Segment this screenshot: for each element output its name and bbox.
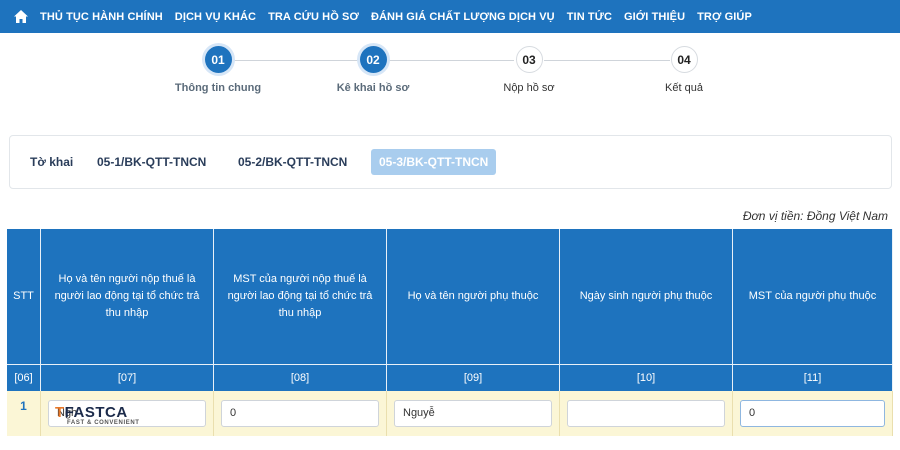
step-2-label: Kê khai hồ sơ bbox=[336, 82, 410, 94]
tab-05-2[interactable]: 05-2/BK-QTT-TNCN bbox=[230, 149, 355, 175]
home-icon[interactable] bbox=[10, 7, 32, 27]
dependent-mst-field[interactable]: 0 bbox=[740, 400, 885, 427]
nav-tro-giup[interactable]: TRỢ GIÚP bbox=[697, 11, 752, 23]
step-3[interactable]: 03 Nộp hồ sơ bbox=[469, 46, 589, 94]
code-08: [08] bbox=[214, 365, 387, 391]
header-dependent-mst: MST của người phụ thuộc bbox=[733, 229, 893, 364]
step-3-number: 03 bbox=[515, 46, 543, 73]
code-06: [06] bbox=[7, 365, 41, 391]
table-code-row: [06] [07] [08] [09] [10] [11] bbox=[7, 364, 893, 391]
step-4[interactable]: 04 Kết quả bbox=[624, 46, 744, 94]
currency-unit-note: Đơn vị tiền: Đồng Việt Nam bbox=[742, 209, 888, 223]
header-taxpayer-mst: MST của người nộp thuế là người lao động… bbox=[214, 229, 387, 364]
step-4-label: Kết quả bbox=[665, 82, 703, 94]
code-11: [11] bbox=[733, 365, 893, 391]
cell-dependent-name: Nguyễ bbox=[387, 391, 560, 436]
nav-thu-tuc-hanh-chinh[interactable]: THỦ TỤC HÀNH CHÍNH bbox=[40, 11, 163, 23]
table-row: 1 Ngh TFASTCA FAST & CONVENIENT 0 Nguyễ … bbox=[7, 391, 893, 436]
step-1[interactable]: 01 Thông tin chung bbox=[158, 46, 278, 94]
cell-taxpayer-mst: 0 bbox=[214, 391, 387, 436]
nav-gioi-thieu[interactable]: GIỚI THIỆU bbox=[624, 11, 685, 23]
dependents-table: STT Họ và tên người nộp thuế là người la… bbox=[7, 229, 893, 436]
step-1-label: Thông tin chung bbox=[174, 82, 262, 94]
taxpayer-mst-field[interactable]: 0 bbox=[221, 400, 379, 427]
fastca-watermark-logo: TFASTCA bbox=[55, 404, 128, 421]
step-2-number: 02 bbox=[359, 46, 387, 73]
logo-text: FASTCA bbox=[64, 404, 128, 421]
nav-dich-vu-khac[interactable]: DỊCH VỤ KHÁC bbox=[175, 11, 256, 23]
tab-to-khai[interactable]: Tờ khai bbox=[22, 149, 81, 175]
step-2[interactable]: 02 Kê khai hồ sơ bbox=[313, 46, 433, 94]
code-07: [07] bbox=[41, 365, 214, 391]
nav-danh-gia-chat-luong[interactable]: ĐÁNH GIÁ CHẤT LƯỢNG DỊCH VỤ bbox=[371, 11, 555, 23]
cell-dependent-dob bbox=[560, 391, 733, 436]
header-dependent-name: Họ và tên người phụ thuộc bbox=[387, 229, 560, 364]
logo-tagline: FAST & CONVENIENT bbox=[67, 420, 140, 426]
dependent-dob-field[interactable] bbox=[567, 400, 725, 427]
nav-tin-tuc[interactable]: TIN TỨC bbox=[567, 11, 612, 23]
logo-accent-icon: T bbox=[55, 404, 65, 421]
tab-05-1[interactable]: 05-1/BK-QTT-TNCN bbox=[89, 149, 214, 175]
header-taxpayer-name: Họ và tên người nộp thuế là người lao độ… bbox=[41, 229, 214, 364]
dependent-name-field[interactable]: Nguyễ bbox=[394, 400, 552, 427]
table-header-row: STT Họ và tên người nộp thuế là người la… bbox=[7, 229, 893, 364]
step-3-label: Nộp hồ sơ bbox=[503, 82, 555, 94]
step-4-number: 04 bbox=[670, 46, 698, 73]
code-09: [09] bbox=[387, 365, 560, 391]
form-tabs: Tờ khai 05-1/BK-QTT-TNCN 05-2/BK-QTT-TNC… bbox=[9, 135, 892, 189]
top-nav: THỦ TỤC HÀNH CHÍNH DỊCH VỤ KHÁC TRA CỨU … bbox=[0, 0, 900, 33]
cell-taxpayer-name: Ngh TFASTCA FAST & CONVENIENT bbox=[41, 391, 214, 436]
tab-05-3[interactable]: 05-3/BK-QTT-TNCN bbox=[371, 149, 497, 175]
progress-stepper: 01 Thông tin chung 02 Kê khai hồ sơ 03 N… bbox=[0, 46, 900, 106]
header-stt: STT bbox=[7, 229, 41, 364]
row-stt: 1 bbox=[7, 391, 41, 436]
code-10: [10] bbox=[560, 365, 733, 391]
header-dependent-dob: Ngày sinh người phụ thuộc bbox=[560, 229, 733, 364]
nav-tra-cuu-ho-so[interactable]: TRA CỨU HỒ SƠ bbox=[268, 11, 359, 23]
step-1-number: 01 bbox=[204, 46, 232, 73]
cell-dependent-mst: 0 bbox=[733, 391, 893, 436]
